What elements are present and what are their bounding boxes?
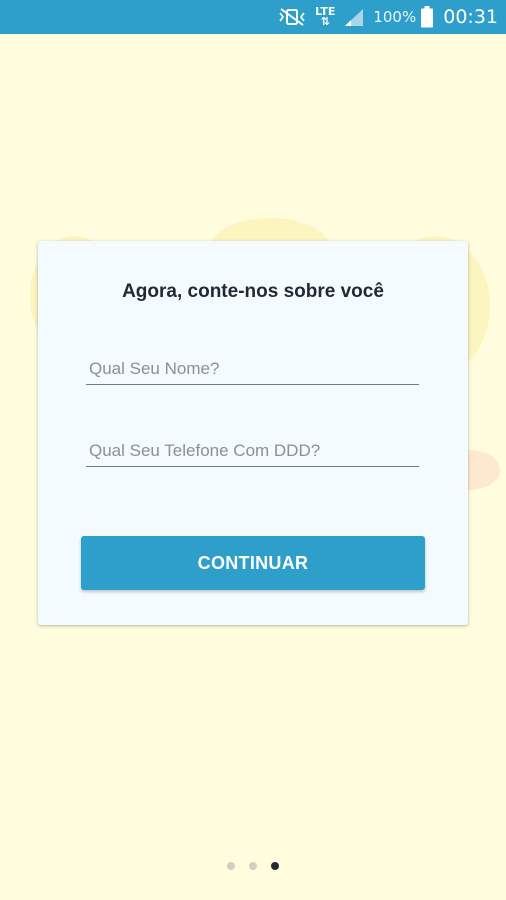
page-indicator	[0, 862, 506, 870]
name-input[interactable]	[86, 354, 419, 384]
name-field[interactable]	[86, 354, 419, 385]
battery-icon	[421, 6, 434, 28]
status-time: 00:31	[443, 6, 498, 28]
status-bar: LTE ⇅ 100% 00:31	[0, 0, 506, 34]
lte-data-icon: LTE ⇅	[315, 6, 335, 28]
form-title: Agora, conte-nos sobre você	[122, 281, 384, 302]
page-dot-1[interactable]	[227, 862, 235, 870]
signal-icon	[343, 7, 365, 27]
continue-button[interactable]: CONTINUAR	[81, 536, 425, 590]
signup-card: Agora, conte-nos sobre você CONTINUAR	[38, 241, 468, 625]
data-arrows-icon: ⇅	[320, 15, 330, 28]
page-dot-3[interactable]	[271, 862, 279, 870]
vibrate-mute-icon	[277, 7, 307, 27]
page-dot-2[interactable]	[249, 862, 257, 870]
phone-field[interactable]	[86, 436, 419, 467]
phone-input[interactable]	[86, 436, 419, 466]
battery-percent: 100%	[373, 8, 417, 26]
